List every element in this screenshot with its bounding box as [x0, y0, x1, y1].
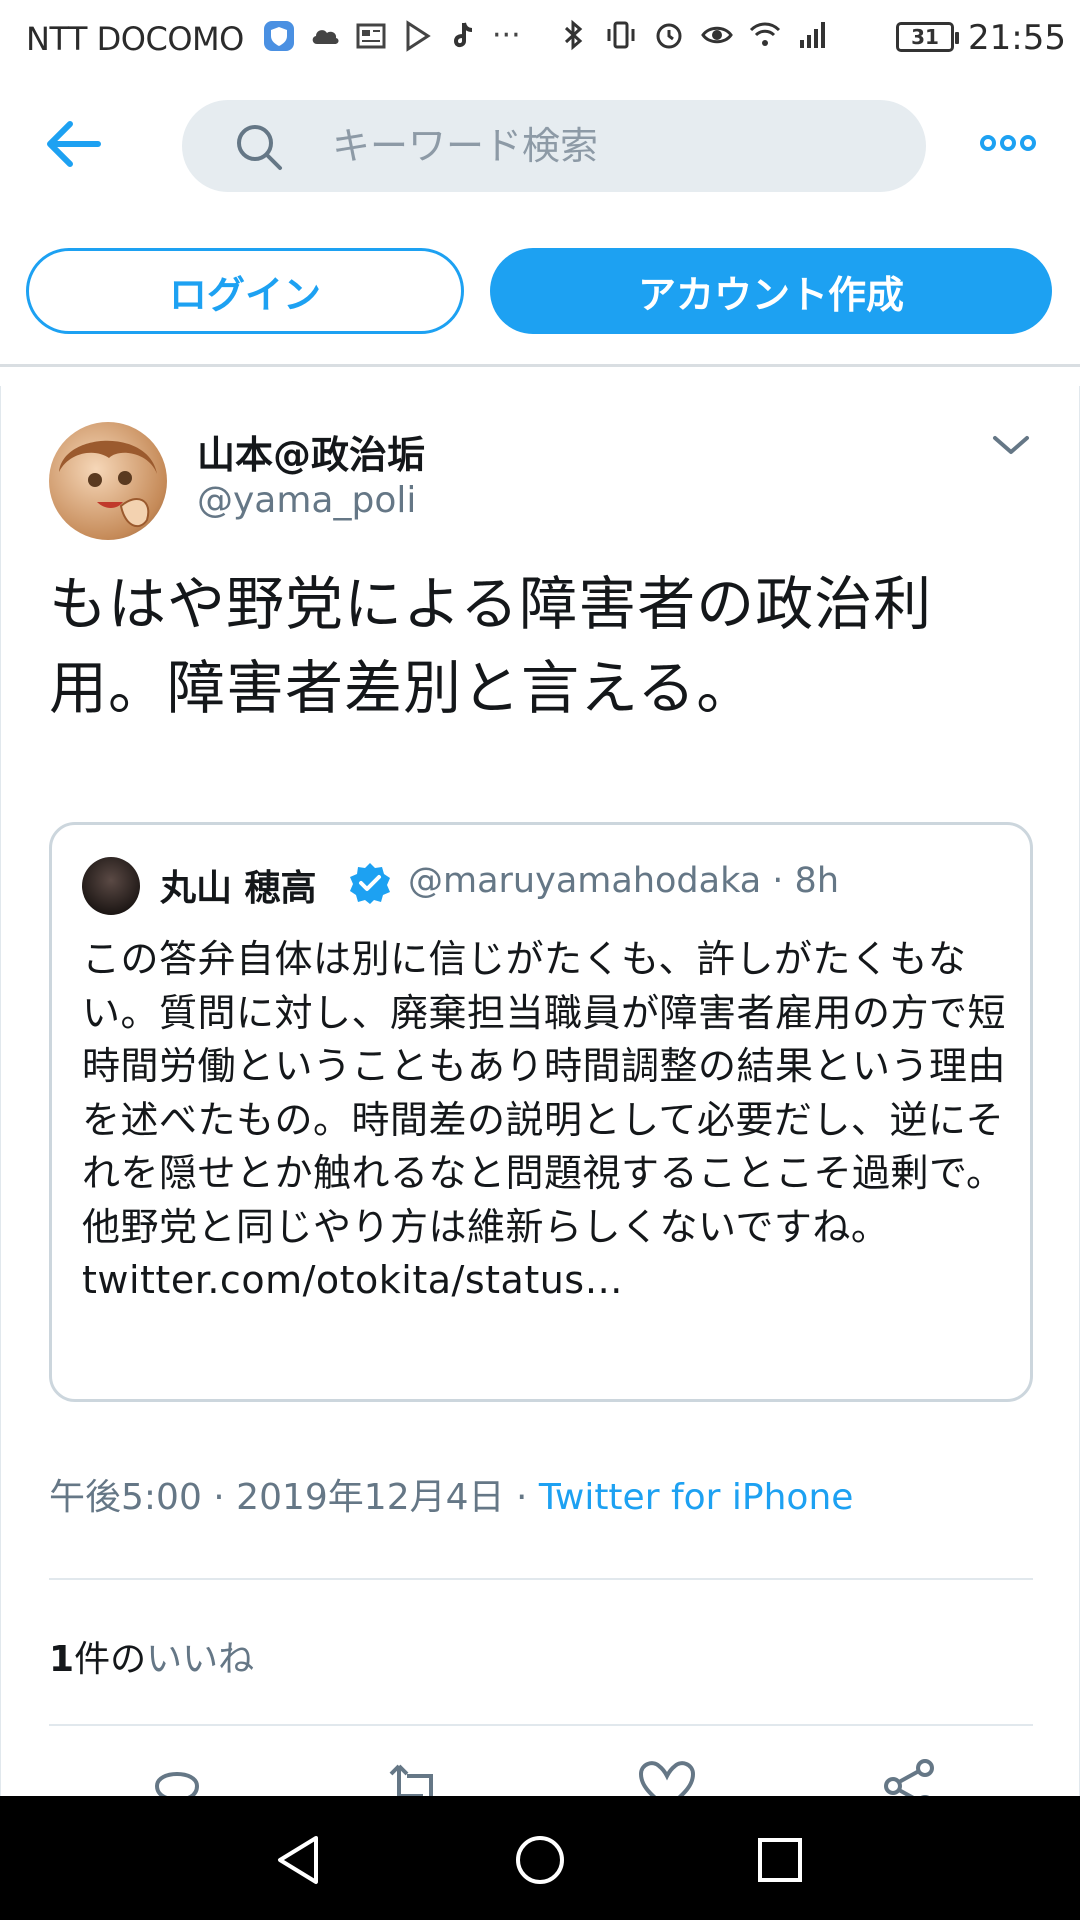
more-options-icon[interactable] [978, 128, 1038, 158]
author-display-name[interactable]: 山本@政治垢 [197, 424, 425, 479]
nav-home-icon[interactable] [510, 1830, 570, 1890]
quoted-tweet[interactable]: 丸山 穂高 @maruyamahodaka · 8h この答弁自体は別に信じがた… [49, 822, 1033, 1402]
create-account-button[interactable]: アカウント作成 [490, 248, 1052, 334]
tweet-timestamp: 午後5:00 · 2019年12月4日 · [49, 1477, 539, 1518]
search-input[interactable] [332, 100, 892, 192]
play-store-icon [406, 19, 431, 52]
likes-label: いいね [146, 1639, 255, 1680]
back-arrow-icon[interactable] [44, 118, 104, 170]
search-box[interactable] [182, 100, 926, 192]
author-handle[interactable]: @yama_poli [197, 480, 416, 521]
news-icon [356, 23, 386, 48]
quoted-tweet-text: この答弁自体は別に信じがたくも、許しがたくもない。質問に対し、廃棄担当職員が障害… [82, 933, 1012, 1308]
quoted-tweet-link[interactable]: twitter.com/otokita/status… [82, 1258, 623, 1302]
tiktok-icon [453, 21, 473, 47]
nav-back-icon[interactable] [270, 1830, 330, 1890]
shield-icon [264, 20, 294, 51]
alarm-icon [656, 23, 682, 49]
likes-summary[interactable]: 1件のいいね [49, 1630, 254, 1682]
nav-recents-icon[interactable] [750, 1830, 810, 1890]
likes-mid-text: 件の [74, 1639, 147, 1680]
more-notifications-icon: ··· [492, 18, 521, 53]
divider [49, 1578, 1033, 1580]
quoted-tweet-body: この答弁自体は別に信じがたくも、許しがたくもない。質問に対し、廃棄担当職員が障害… [82, 937, 1007, 1249]
bluetooth-icon [564, 19, 583, 51]
search-icon [237, 125, 282, 170]
verified-badge-icon [350, 863, 390, 904]
divider [49, 1724, 1033, 1726]
author-avatar[interactable] [49, 422, 167, 540]
carrier-label: NTT DOCOMO [26, 20, 244, 58]
avatar-illustration-icon [59, 440, 157, 528]
wifi-icon [749, 22, 781, 46]
clock: 21:55 [968, 18, 1066, 58]
quoted-author-avatar [82, 857, 140, 915]
likes-count: 1 [49, 1639, 75, 1680]
eye-icon [701, 26, 733, 44]
quoted-author-name: 丸山 穂高 [160, 868, 317, 909]
battery-indicator: 31 [896, 22, 959, 52]
status-bar: NTT DOCOMO ··· 31 21:55 [0, 0, 1080, 78]
login-button[interactable]: ログイン [26, 248, 464, 334]
chevron-down-icon[interactable] [989, 430, 1033, 460]
tweet-source-link[interactable]: Twitter for iPhone [539, 1477, 854, 1518]
tweet-text: もはや野党による障害者の政治利用。障害者差別と言える。 [49, 570, 933, 722]
system-icons [556, 18, 830, 52]
search-header [0, 78, 1080, 208]
vibrate-icon [607, 21, 635, 49]
cloud-icon [312, 29, 339, 44]
signal-icon [800, 22, 825, 48]
quoted-author-handle: @maruyamahodaka · 8h [408, 861, 840, 901]
tweet-detail: 山本@政治垢 @yama_poli もはや野党による障害者の政治利用。障害者差別… [0, 386, 1080, 1815]
notification-icons: ··· [262, 18, 521, 53]
system-navigation-bar [0, 1796, 1080, 1920]
auth-buttons: ログイン アカウント作成 [0, 248, 1080, 336]
header-divider [0, 364, 1080, 367]
tweet-meta: 午後5:00 · 2019年12月4日 · Twitter for iPhone [49, 1468, 853, 1520]
